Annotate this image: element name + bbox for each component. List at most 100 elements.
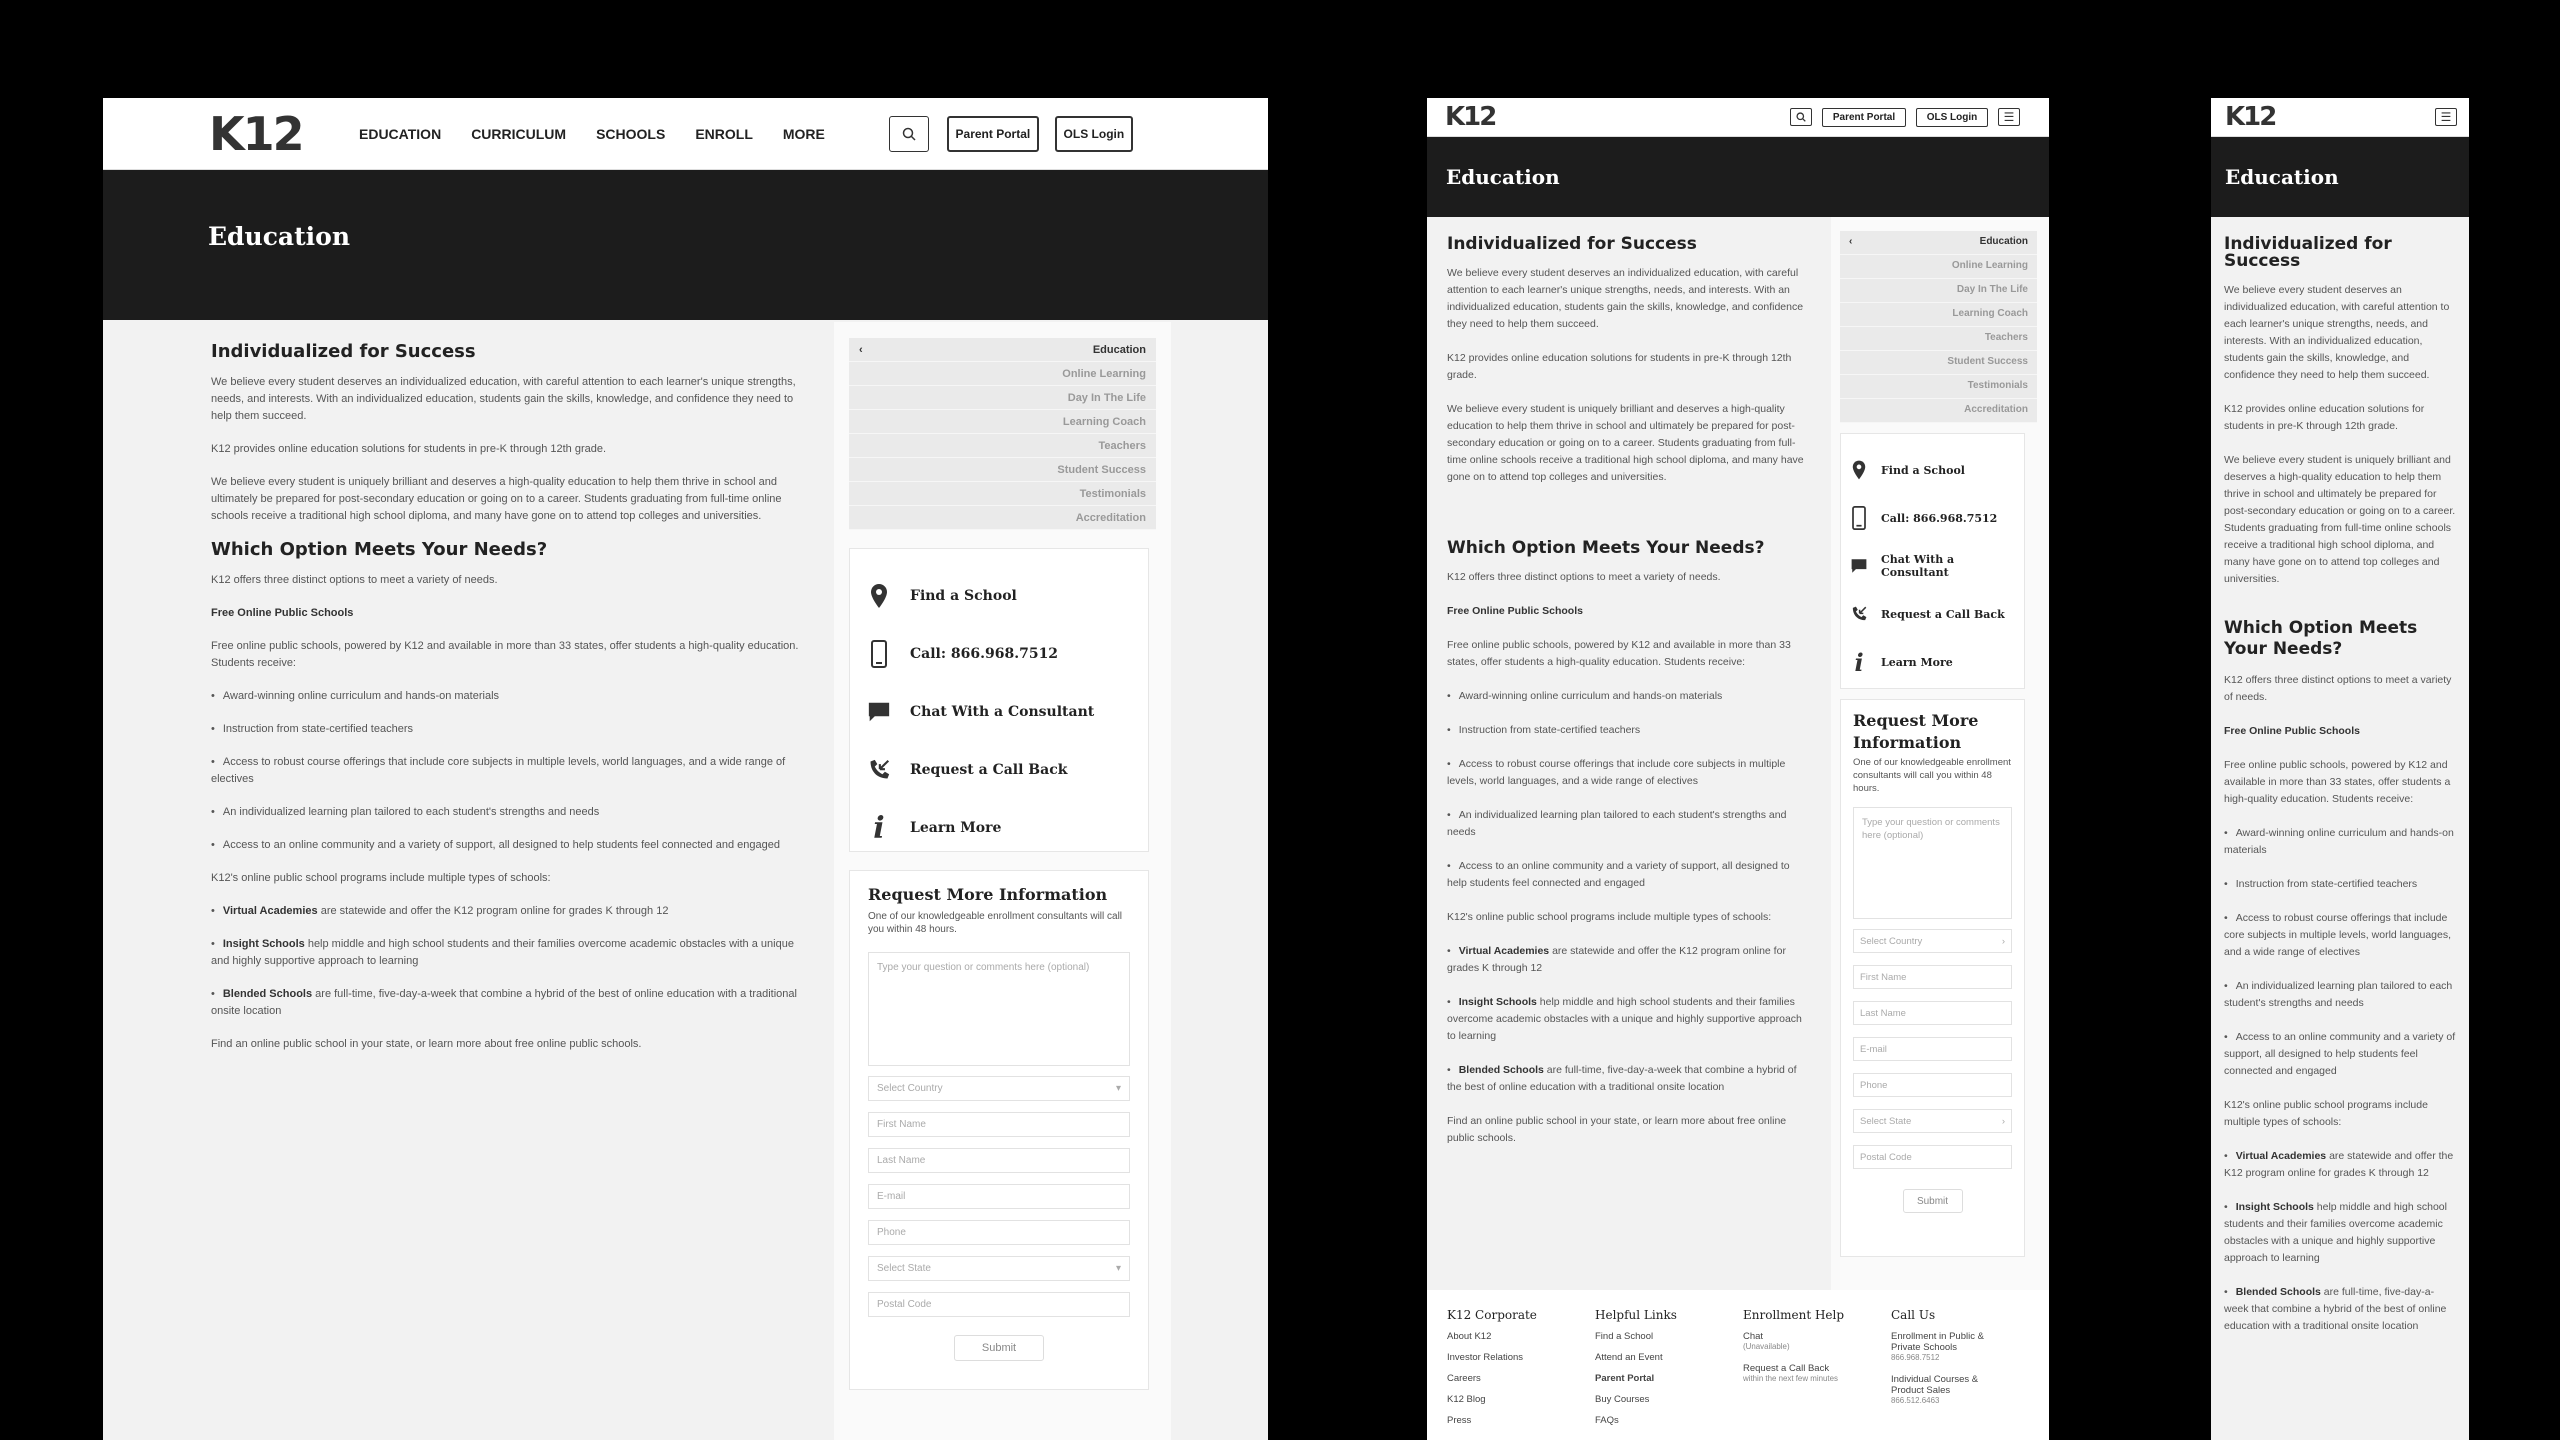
nav-enroll[interactable]: ENROLL xyxy=(695,126,753,142)
search-button[interactable] xyxy=(1790,108,1812,126)
learn-more-link[interactable]: i Learn More xyxy=(1851,638,2014,686)
callback-link[interactable]: Request a Call Back xyxy=(868,741,1130,799)
search-icon xyxy=(902,127,916,141)
section-nav: ‹ Education Online Learning Day In The Li… xyxy=(849,338,1156,530)
footer-link[interactable]: Careers xyxy=(1447,1373,1595,1384)
nav-curriculum[interactable]: CURRICULUM xyxy=(471,126,566,142)
footer-link[interactable]: Parent Portal xyxy=(1595,1373,1743,1384)
subheading: Free Online Public Schools xyxy=(211,607,354,619)
last-name-field[interactable]: Last Name xyxy=(868,1148,1130,1173)
menu-button[interactable]: ☰ xyxy=(2435,108,2457,126)
chat-link[interactable]: Chat With a Consultant xyxy=(1851,542,2014,590)
nav-schools[interactable]: SCHOOLS xyxy=(596,126,665,142)
last-name-field[interactable]: Last Name xyxy=(1853,1001,2012,1025)
phone-icon xyxy=(1851,506,1867,530)
logo[interactable]: K12 xyxy=(2225,102,2277,132)
footer-link[interactable]: Find a School xyxy=(1595,1331,1743,1342)
first-name-field[interactable]: First Name xyxy=(1853,965,2012,989)
page-title: Education xyxy=(2225,165,2339,189)
sidenav-item-testimonials[interactable]: Testimonials xyxy=(849,482,1156,506)
sidenav-item-online-learning[interactable]: Online Learning xyxy=(1840,255,2037,279)
parent-portal-button[interactable]: Parent Portal xyxy=(1822,107,1906,127)
footer-link[interactable]: Press xyxy=(1447,1415,1595,1426)
first-name-field[interactable]: First Name xyxy=(868,1112,1130,1137)
subheading: Free Online Public Schools xyxy=(2224,725,2360,737)
sidenav-item-education[interactable]: ‹ Education xyxy=(1840,231,2037,255)
sidenav-item-student-success[interactable]: Student Success xyxy=(849,458,1156,482)
form-title-line2: Information xyxy=(1853,733,1962,752)
state-select[interactable]: Select State ▾ xyxy=(868,1256,1130,1281)
country-select[interactable]: Select Country › xyxy=(1853,929,2012,953)
sidenav-item-teachers[interactable]: Teachers xyxy=(849,434,1156,458)
postal-code-field[interactable]: Postal Code xyxy=(1853,1145,2012,1169)
phone-field[interactable]: Phone xyxy=(868,1220,1130,1245)
logo[interactable]: K12 xyxy=(209,107,359,161)
map-pin-icon xyxy=(868,583,890,609)
subheading: Free Online Public Schools xyxy=(1447,605,1583,617)
nav-education[interactable]: EDUCATION xyxy=(359,126,441,142)
school-types-list: Virtual Academies are statewide and offe… xyxy=(1447,943,1807,1096)
footer-link[interactable]: Attend an Event xyxy=(1595,1352,1743,1363)
benefits-list: Award-winning online curriculum and hand… xyxy=(211,688,801,854)
submit-button[interactable]: Submit xyxy=(954,1335,1044,1361)
ols-login-button[interactable]: OLS Login xyxy=(1916,107,1988,127)
footer-note: within the next few minutes xyxy=(1743,1374,1838,1383)
footer-link[interactable]: Investor Relations xyxy=(1447,1352,1595,1363)
postal-code-field[interactable]: Postal Code xyxy=(868,1292,1130,1317)
nav-more[interactable]: MORE xyxy=(783,126,825,142)
sidenav-item-accreditation[interactable]: Accreditation xyxy=(849,506,1156,530)
footer-link[interactable]: About K12 xyxy=(1447,1331,1595,1342)
state-select[interactable]: Select State › xyxy=(1853,1109,2012,1133)
menu-button[interactable]: ☰ xyxy=(1998,108,2020,126)
callback-link[interactable]: Request a Call Back xyxy=(1851,590,2014,638)
sidenav-item-testimonials[interactable]: Testimonials xyxy=(1840,375,2037,399)
contact-card: Find a School Call: 866.968.7512 Chat Wi… xyxy=(849,548,1149,852)
ols-login-button[interactable]: OLS Login xyxy=(1054,115,1133,152)
paragraph: K12 offers three distinct options to mee… xyxy=(1447,571,1721,583)
footer-link[interactable]: FAQs xyxy=(1595,1415,1743,1426)
search-button[interactable] xyxy=(888,115,929,152)
list-item: Insight Schools help middle and high sch… xyxy=(1447,994,1807,1045)
search-icon xyxy=(1796,112,1806,122)
question-textarea[interactable]: Type your question or comments here (opt… xyxy=(1853,807,2012,919)
chevron-left-icon[interactable]: ‹ xyxy=(1849,236,1852,249)
footer-link[interactable]: Buy Courses xyxy=(1595,1394,1743,1405)
footer-link[interactable]: Enrollment in Public & Private Schools xyxy=(1891,1331,2001,1353)
parent-portal-button[interactable]: Parent Portal xyxy=(946,115,1039,152)
country-select[interactable]: Select Country ▾ xyxy=(868,1076,1130,1101)
sidenav-item-learning-coach[interactable]: Learning Coach xyxy=(849,410,1156,434)
footer-link[interactable]: Request a Call Back xyxy=(1743,1363,1891,1374)
chat-link[interactable]: Chat With a Consultant xyxy=(868,683,1130,741)
footer-link[interactable]: Chat xyxy=(1743,1331,1891,1342)
sidenav-item-online-learning[interactable]: Online Learning xyxy=(849,362,1156,386)
footer-link[interactable]: K12 Blog xyxy=(1447,1394,1595,1405)
sidenav-item-day-in-the-life[interactable]: Day In The Life xyxy=(1840,279,2037,303)
learn-more-link[interactable]: i Learn More xyxy=(868,799,1130,857)
list-item: Access to robust course offerings that i… xyxy=(2224,910,2456,961)
page-title: Education xyxy=(208,221,351,251)
footer-link[interactable]: Individual Courses & Product Sales xyxy=(1891,1374,2001,1396)
list-item: Instruction from state-certified teacher… xyxy=(2224,876,2456,893)
sidenav-item-accreditation[interactable]: Accreditation xyxy=(1840,399,2037,423)
paragraph: K12 provides online education solutions … xyxy=(211,443,607,455)
submit-button[interactable]: Submit xyxy=(1902,1189,1963,1213)
sidenav-item-learning-coach[interactable]: Learning Coach xyxy=(1840,303,2037,327)
call-link[interactable]: Call: 866.968.7512 xyxy=(868,625,1130,683)
footer-col-call: Call Us Enrollment in Public & Private S… xyxy=(1891,1308,2011,1422)
sidenav-item-teachers[interactable]: Teachers xyxy=(1840,327,2037,351)
sidenav-item-student-success[interactable]: Student Success xyxy=(1840,351,2037,375)
list-item: Blended Schools are full-time, five-day-… xyxy=(2224,1284,2456,1335)
find-school-link[interactable]: Find a School xyxy=(1851,446,2014,494)
sidenav-item-day-in-the-life[interactable]: Day In The Life xyxy=(849,386,1156,410)
list-item: Access to robust course offerings that i… xyxy=(211,754,801,788)
email-field[interactable]: E-mail xyxy=(868,1184,1130,1209)
call-link[interactable]: Call: 866.968.7512 xyxy=(1851,494,2014,542)
phone-field[interactable]: Phone xyxy=(1853,1073,2012,1097)
email-field[interactable]: E-mail xyxy=(1853,1037,2012,1061)
logo[interactable]: K12 xyxy=(1445,102,1790,132)
chevron-left-icon[interactable]: ‹ xyxy=(859,344,863,356)
find-school-link[interactable]: Find a School xyxy=(868,567,1130,625)
sidenav-item-education[interactable]: ‹ Education xyxy=(849,338,1156,362)
list-item: Access to an online community and a vari… xyxy=(211,837,801,854)
question-textarea[interactable]: Type your question or comments here (opt… xyxy=(868,952,1130,1066)
